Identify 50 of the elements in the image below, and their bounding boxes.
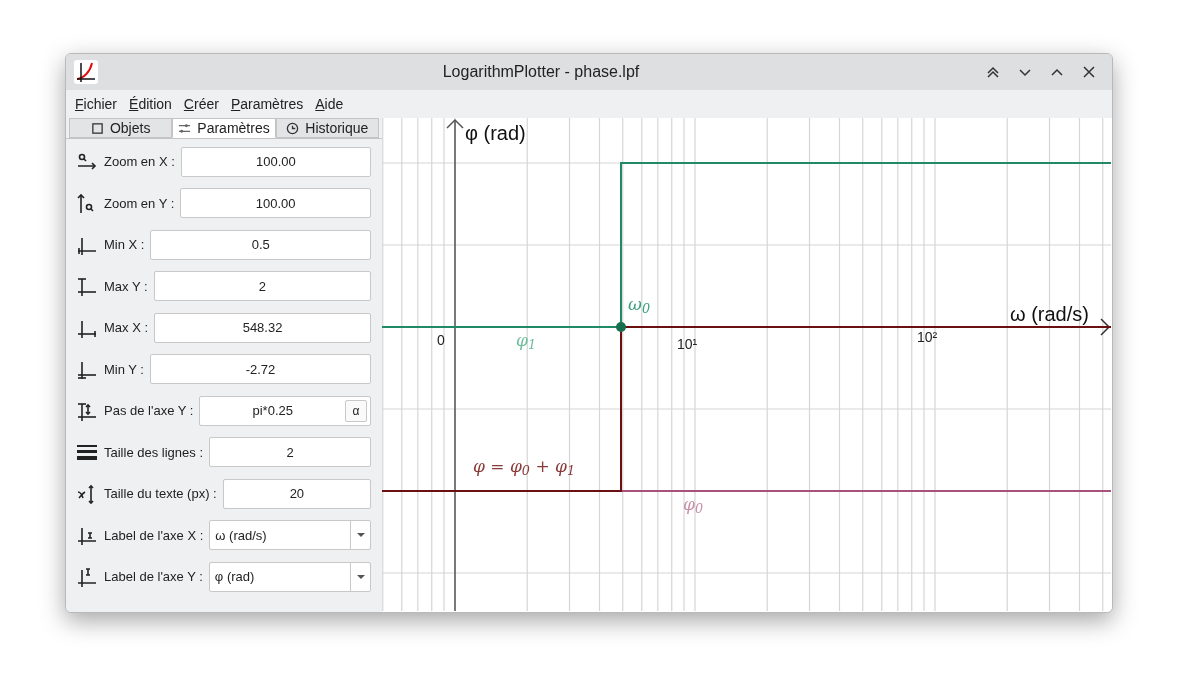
math-label: φ = φ$_{0}$ + φ$_{1}$ (473, 458, 576, 475)
field-label: Min X : (104, 236, 145, 254)
tab[interactable]: Objets (69, 118, 173, 138)
input-field[interactable]: 0.5 (150, 229, 371, 260)
tick-label: 10¹ (677, 337, 698, 351)
axis-label: ω (rad/s) (1010, 304, 1089, 324)
app-logo-icon (74, 60, 98, 84)
input-field[interactable]: 100.00 (180, 146, 371, 177)
caret-icon (356, 533, 365, 538)
math-label: ω$_{0}$ (628, 296, 650, 313)
axis-label-icon (76, 565, 98, 588)
field-label: Taille des lignes : (104, 443, 203, 462)
field-label: Min Y : (104, 360, 144, 379)
input-field[interactable]: 20 (222, 478, 371, 509)
math-label: φ$_{1}$ (516, 332, 537, 349)
math-label: φ$_{0}$ (683, 496, 704, 513)
input-field[interactable]: 548.32 (154, 312, 371, 343)
field-label: Max X : (104, 319, 149, 337)
field-label: Pas de l'axe Y : (104, 402, 194, 420)
tick-label: 0 (437, 333, 445, 347)
symbol-button[interactable]: α (345, 399, 367, 422)
input-field[interactable]: 2 (153, 271, 371, 302)
input-field[interactable]: pi*0.25 α (199, 395, 371, 426)
window-title: LogarithmPlotter - phase.lpf (441, 62, 641, 82)
caret-icon (356, 574, 365, 579)
field-label: Zoom en Y : (104, 194, 175, 213)
sliders-icon (178, 121, 192, 135)
input-field[interactable]: 2 (209, 437, 371, 468)
tick-label: 10² (917, 330, 938, 344)
axis-label: φ (rad) (465, 123, 526, 143)
tab[interactable]: Paramètres (172, 118, 276, 138)
field-label: Label de l'axe X : (104, 526, 204, 545)
field-label: Zoom en X : (104, 153, 175, 171)
menu-item[interactable]: Fichier (75, 93, 118, 115)
field-label: Label de l'axe Y : (104, 568, 203, 586)
selection-icon (90, 121, 104, 135)
input-field[interactable]: -2.72 (150, 354, 371, 385)
menu-item[interactable]: Édition (129, 93, 172, 115)
dropdown[interactable]: ω (rad/s) (209, 520, 371, 551)
field-label: Max Y : (104, 277, 148, 296)
axis-icon (76, 275, 98, 298)
tab[interactable]: Historique (275, 118, 379, 138)
field-label: Taille du texte (px) : (104, 485, 217, 503)
dropdown[interactable]: φ (rad) (208, 561, 371, 592)
input-field[interactable]: 100.00 (180, 188, 371, 219)
point-marker (616, 322, 626, 332)
menu-item[interactable]: Aide (315, 93, 344, 115)
menu-item[interactable]: Paramètres (230, 93, 304, 115)
menu-item[interactable]: Créer (183, 93, 219, 115)
clock-icon (286, 121, 300, 135)
